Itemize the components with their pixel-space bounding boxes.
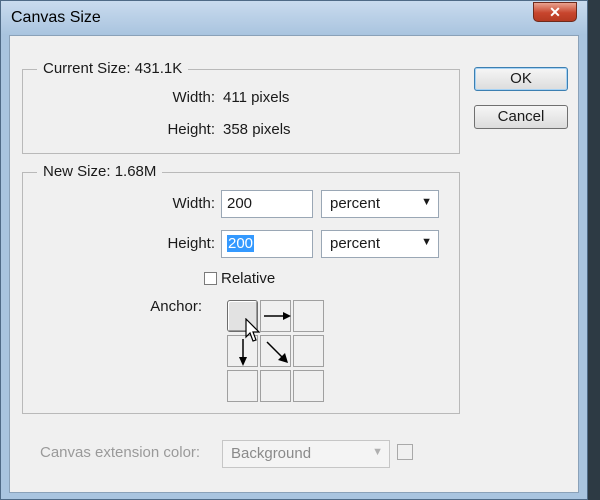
arrow-right-icon bbox=[264, 312, 291, 320]
extension-color-swatch[interactable] bbox=[397, 444, 413, 460]
close-button[interactable]: ✕ bbox=[533, 2, 577, 22]
close-icon: ✕ bbox=[549, 4, 561, 20]
width-input[interactable]: 200 bbox=[221, 190, 313, 218]
anchor-label: Anchor: bbox=[150, 298, 202, 315]
dialog-body: Current Size: 431.1K Width: 411 pixels H… bbox=[9, 35, 579, 493]
height-input-value: 200 bbox=[227, 235, 255, 252]
current-height-label: Height: bbox=[167, 121, 215, 138]
width-unit-select[interactable]: percent ▼ bbox=[321, 190, 439, 218]
anchor-bottom-right[interactable] bbox=[293, 370, 324, 402]
new-width-label: Width: bbox=[172, 195, 215, 212]
current-width-value: 411 pixels bbox=[223, 89, 290, 106]
height-unit-select[interactable]: percent ▼ bbox=[321, 230, 439, 258]
current-size-legend: Current Size: 431.1K bbox=[37, 60, 189, 77]
anchor-top-right[interactable] bbox=[293, 300, 324, 332]
chevron-down-icon: ▼ bbox=[421, 236, 432, 248]
height-unit-value: percent bbox=[330, 235, 381, 252]
mouse-pointer-icon bbox=[245, 318, 261, 342]
chevron-down-icon: ▼ bbox=[421, 196, 432, 208]
ok-button[interactable]: OK bbox=[474, 67, 568, 91]
current-height-value: 358 pixels bbox=[223, 121, 291, 138]
dialog-title: Canvas Size bbox=[11, 9, 101, 26]
anchor-grid bbox=[227, 300, 326, 402]
relative-label[interactable]: Relative bbox=[221, 270, 275, 287]
cancel-button-label: Cancel bbox=[497, 108, 545, 125]
arrow-down-right-icon bbox=[266, 341, 288, 363]
title-bar[interactable]: Canvas Size ✕ bbox=[1, 1, 587, 35]
current-size-group: Current Size: 431.1K Width: 411 pixels H… bbox=[22, 60, 460, 154]
chevron-down-icon: ▼ bbox=[372, 446, 383, 458]
cancel-button[interactable]: Cancel bbox=[474, 105, 568, 129]
height-input[interactable]: 200 bbox=[221, 230, 313, 258]
width-input-value: 200 bbox=[227, 195, 253, 212]
extension-color-select[interactable]: Background ▼ bbox=[222, 440, 390, 468]
relative-checkbox[interactable] bbox=[204, 272, 217, 285]
current-width-label: Width: bbox=[172, 89, 215, 106]
anchor-bottom-center[interactable] bbox=[260, 370, 291, 402]
anchor-middle-right[interactable] bbox=[293, 335, 324, 367]
new-size-legend: New Size: 1.68M bbox=[37, 163, 163, 180]
ok-button-label: OK bbox=[510, 70, 532, 87]
new-height-label: Height: bbox=[167, 235, 215, 252]
extension-color-value: Background bbox=[231, 445, 312, 462]
canvas-size-dialog: Canvas Size ✕ Current Size: 431.1K Width… bbox=[0, 0, 588, 500]
width-unit-value: percent bbox=[330, 195, 381, 212]
extension-color-label: Canvas extension color: bbox=[40, 444, 201, 461]
anchor-bottom-left[interactable] bbox=[227, 370, 258, 402]
